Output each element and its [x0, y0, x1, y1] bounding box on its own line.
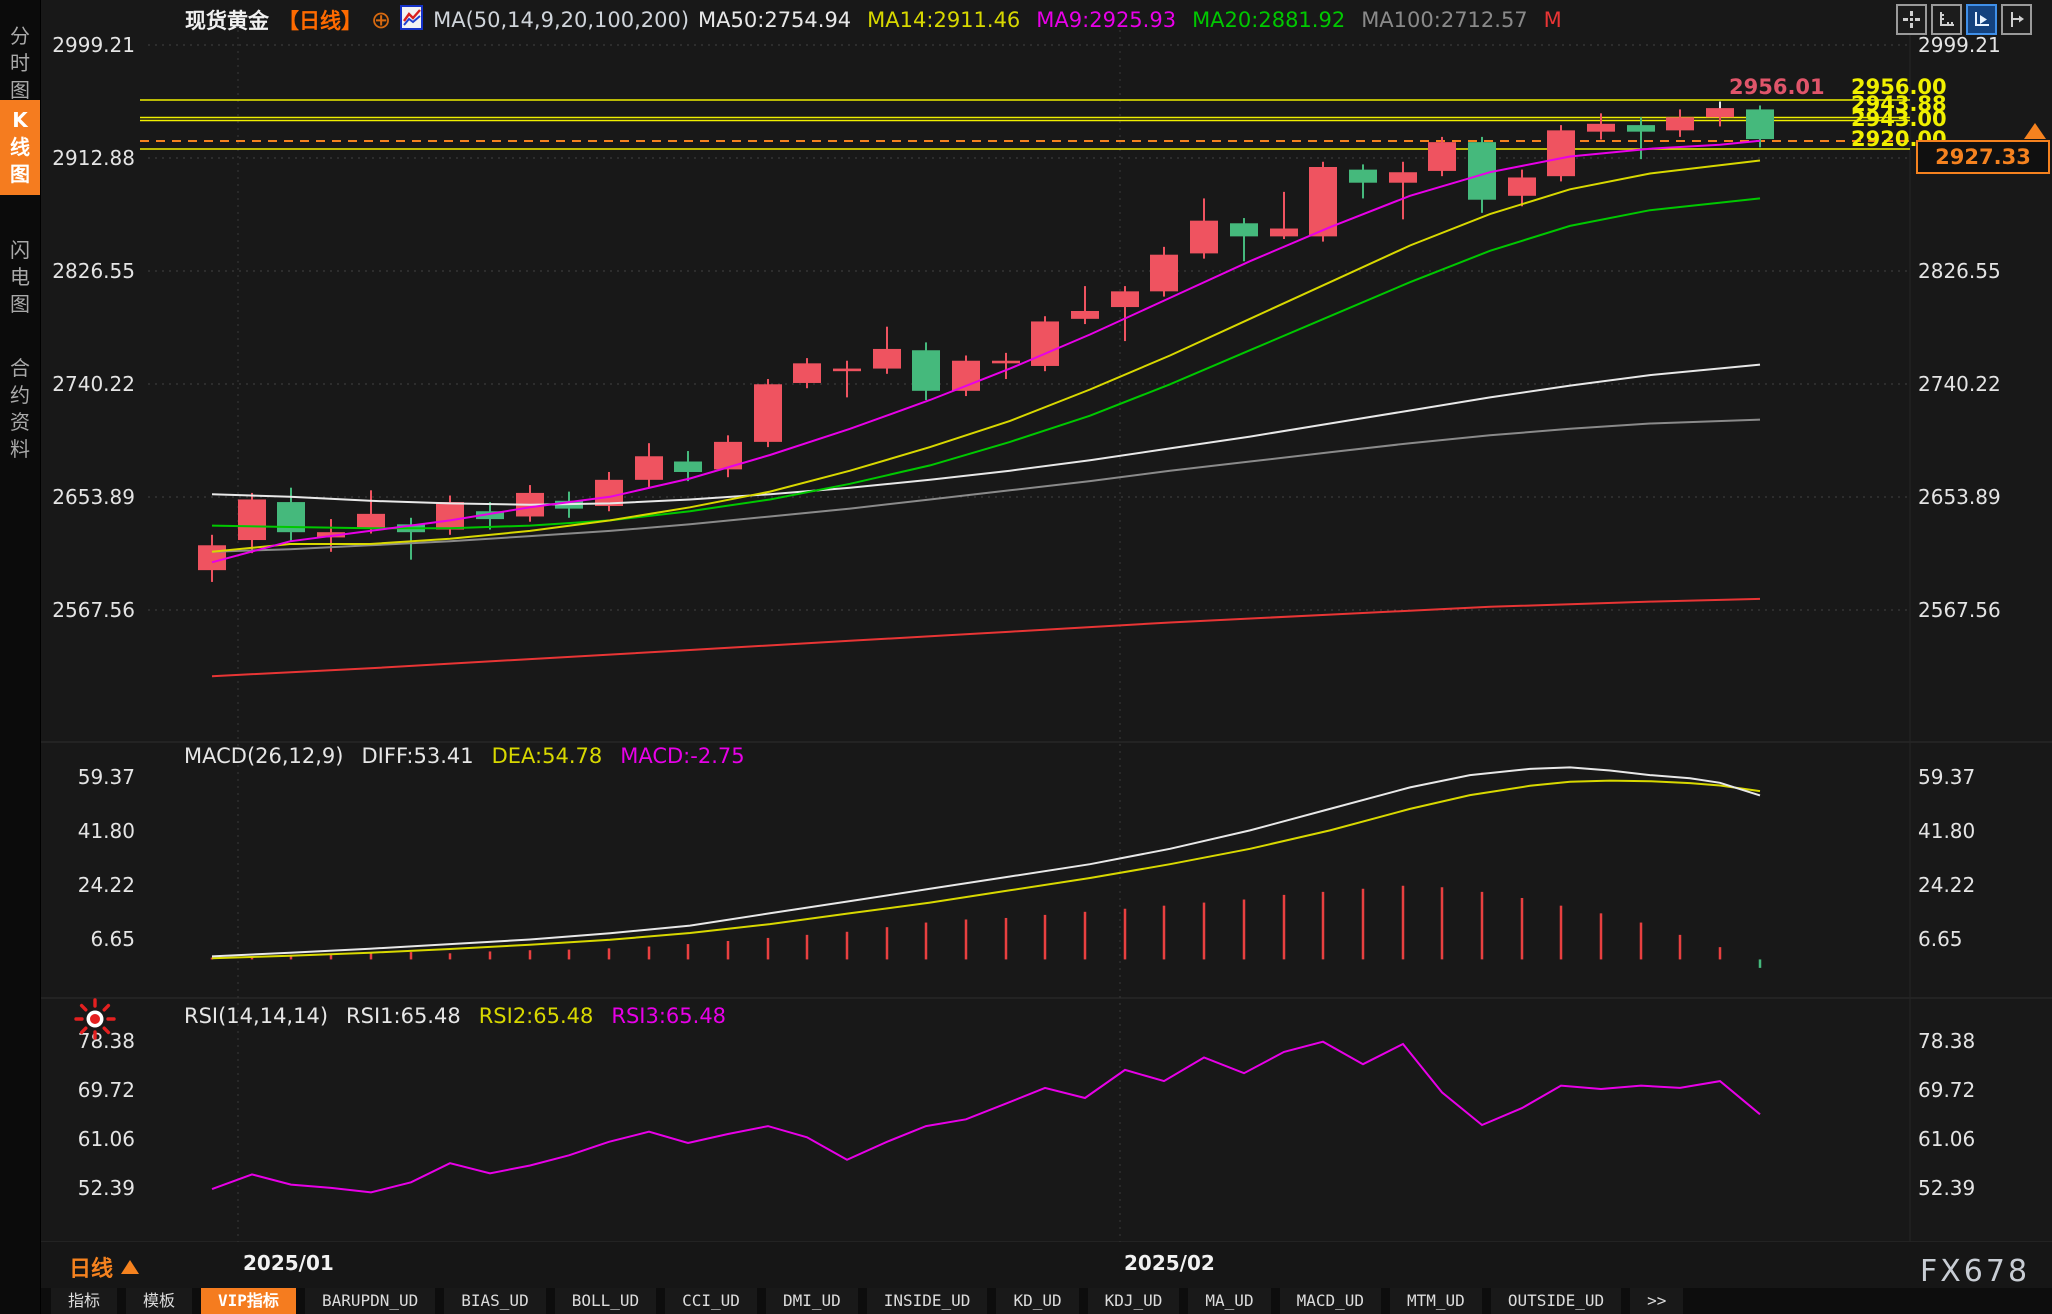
timeframe-selector[interactable]: 日线 — [69, 1251, 139, 1283]
rsi3-value: RSI3:65.48 — [611, 1004, 726, 1028]
mini-chart-icon[interactable] — [400, 5, 424, 36]
timeframe-arrow-icon — [121, 1260, 139, 1274]
macd-diff-value: DIFF:53.41 — [362, 744, 474, 768]
trading-app: 分时图K线图闪电图合约资料 现货黄金 【日线】 ⊕ MA(50,14,9,20,… — [0, 0, 2052, 1314]
sidebar-item-1[interactable]: 分时图 — [0, 16, 40, 111]
period-label[interactable]: 【日线】 — [278, 5, 362, 35]
rsi-header: RSI(14,14,14) RSI1:65.48 RSI2:65.48 RSI3… — [184, 1004, 726, 1028]
indicator-tab-mtm_ud[interactable]: MTM_UD — [1390, 1288, 1482, 1314]
indicator-tab-[interactable]: 指标 — [51, 1288, 117, 1314]
rsi-title[interactable]: RSI(14,14,14) — [184, 1004, 328, 1028]
rsi2-value: RSI2:65.48 — [479, 1004, 594, 1028]
price-up-arrow-icon — [2024, 123, 2046, 139]
indicator-tab-macd_ud[interactable]: MACD_UD — [1280, 1288, 1381, 1314]
shift-axis-icon[interactable] — [2001, 4, 2032, 35]
chart-header: 现货黄金 【日线】 ⊕ MA(50,14,9,20,100,200) MA50:… — [185, 5, 1562, 35]
date-label: 2025/01 — [243, 1251, 334, 1275]
ma-value-2: MA14:2911.46 — [867, 8, 1020, 32]
indicator-tab-ma_ud[interactable]: MA_UD — [1188, 1288, 1270, 1314]
indicator-tab-vip[interactable]: VIP指标 — [201, 1288, 296, 1314]
compare-icon[interactable]: ⊕ — [371, 10, 391, 30]
macd-title[interactable]: MACD(26,12,9) — [184, 744, 344, 768]
last-price-box[interactable]: 2927.33 — [1916, 140, 2050, 174]
sidebar: 分时图K线图闪电图合约资料 — [0, 0, 41, 1314]
auto-play-icon[interactable] — [1966, 4, 1997, 35]
ma-settings-label[interactable]: MA(50,14,9,20,100,200) — [433, 8, 689, 32]
macd-header: MACD(26,12,9) DIFF:53.41 DEA:54.78 MACD:… — [184, 744, 745, 768]
ma-value-1: MA50:2754.94 — [698, 8, 851, 32]
sidebar-item-3[interactable]: 闪电图 — [0, 230, 40, 325]
axis-ticks-icon[interactable] — [1931, 4, 1962, 35]
ma-value-3: MA9:2925.93 — [1036, 8, 1176, 32]
timeframe-label: 日线 — [69, 1251, 113, 1283]
sidebar-item-2[interactable]: K线图 — [0, 100, 40, 195]
indicator-tab-boll_ud[interactable]: BOLL_UD — [555, 1288, 656, 1314]
ma-value-4: MA20:2881.92 — [1192, 8, 1345, 32]
main-chart-canvas[interactable] — [0, 0, 2052, 1244]
chart-toolbar — [1896, 4, 2032, 35]
brand-watermark: FX678 — [1920, 1254, 2030, 1289]
indicator-tab-barupdn_ud[interactable]: BARUPDN_UD — [305, 1288, 435, 1314]
sidebar-item-4[interactable]: 合约资料 — [0, 348, 40, 470]
indicator-tab-bias_ud[interactable]: BIAS_UD — [444, 1288, 545, 1314]
macd-value: MACD:-2.75 — [620, 744, 744, 768]
date-label: 2025/02 — [1124, 1251, 1215, 1275]
grid-crosshair-icon[interactable] — [1896, 4, 1927, 35]
indicator-tab-bar: 指标模板 VIP指标 BARUPDN_UD BIAS_UD BOLL_UD CCI_UD D… — [40, 1288, 2052, 1314]
ma-value-6: M — [1544, 8, 1562, 32]
macd-dea-value: DEA:54.78 — [492, 744, 603, 768]
rsi1-value: RSI1:65.48 — [346, 1004, 461, 1028]
indicator-tab-dmi_ud[interactable]: DMI_UD — [766, 1288, 858, 1314]
ma-values: MA50:2754.94 MA14:2911.46 MA9:2925.93 MA20:… — [698, 8, 1562, 32]
indicator-tab-[interactable]: 模板 — [126, 1288, 192, 1314]
time-axis-row: 日线 2025/01 2025/02 — [40, 1242, 2052, 1288]
indicator-tab-kd_ud[interactable]: KD_UD — [996, 1288, 1078, 1314]
indicator-tab-cci_ud[interactable]: CCI_UD — [665, 1288, 757, 1314]
indicator-tab-kdj_ud[interactable]: KDJ_UD — [1088, 1288, 1180, 1314]
indicator-tab-inside_ud[interactable]: INSIDE_UD — [867, 1288, 988, 1314]
ma-value-5: MA100:2712.57 — [1361, 8, 1527, 32]
alert-sun-icon[interactable] — [74, 998, 116, 1044]
symbol-title: 现货黄金 — [185, 5, 269, 35]
indicator-tab-[interactable]: >> — [1630, 1288, 1683, 1314]
indicator-tab-outside_ud[interactable]: OUTSIDE_UD — [1491, 1288, 1621, 1314]
